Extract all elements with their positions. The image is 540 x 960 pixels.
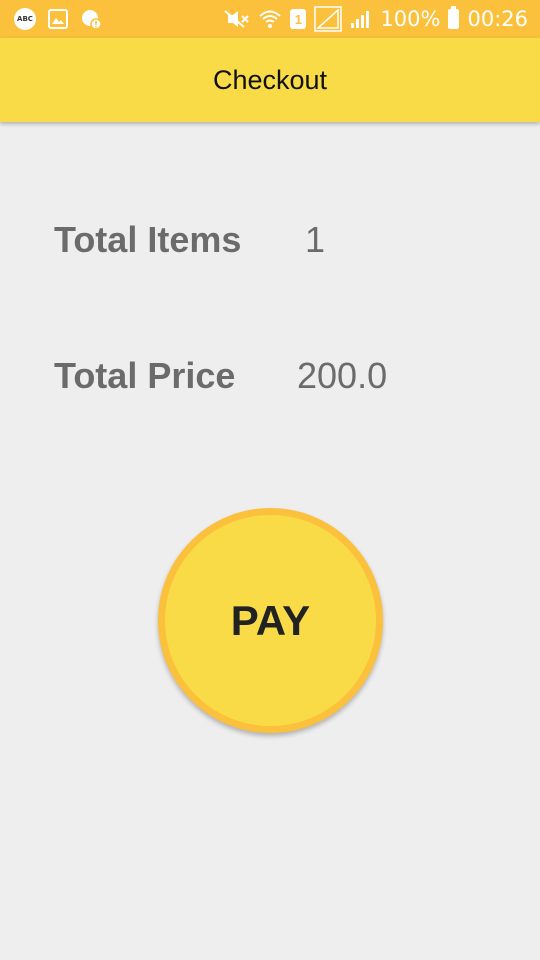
messenger-icon: [80, 8, 102, 30]
system-icons: 1 100% 00:26: [222, 6, 540, 32]
pay-button[interactable]: PAY: [158, 508, 383, 733]
keyboard-badge: ABC: [14, 8, 36, 30]
battery-percent: 100%: [380, 7, 441, 31]
keyboard-abc-icon: ABC: [14, 8, 36, 30]
page-title: Checkout: [212, 64, 328, 95]
sim-label: 1: [290, 9, 307, 29]
status-bar: ABC 1 100% 00:26: [0, 0, 540, 38]
wifi-icon: [258, 9, 282, 29]
no-signal-icon: [314, 6, 343, 32]
total-price-label: Total Price: [54, 355, 236, 396]
sim-1-icon: 1: [290, 9, 307, 29]
notification-icons: ABC: [0, 8, 102, 30]
mute-icon: [222, 9, 250, 29]
signal-icon: [350, 9, 372, 29]
total-items-value: 1: [305, 219, 326, 260]
total-price-value: 200.0: [297, 355, 388, 396]
clock: 00:26: [467, 7, 528, 31]
pay-button-label: PAY: [230, 596, 311, 644]
total-items-label: Total Items: [54, 219, 242, 260]
battery-icon: [448, 6, 460, 29]
app-bar: Checkout: [0, 38, 540, 122]
image-icon: [48, 9, 68, 29]
